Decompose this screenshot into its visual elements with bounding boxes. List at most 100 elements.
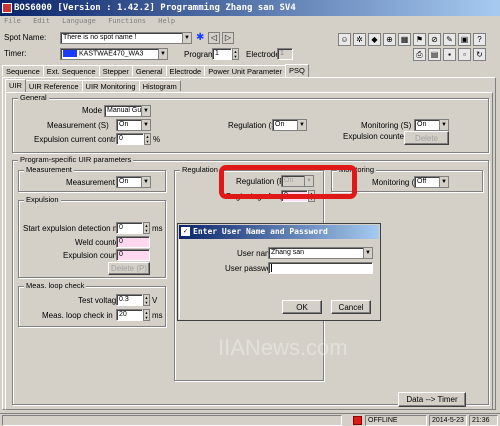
regulation-s-value: On — [275, 121, 285, 128]
regulation-title: Regulation — [180, 165, 220, 174]
book-icon[interactable]: ▤ — [428, 48, 441, 61]
status-main — [2, 415, 342, 426]
chevron-down-icon: ▼ — [439, 177, 448, 187]
diamond-icon[interactable]: ◆ — [368, 33, 381, 46]
expulsion-current-label: Expulsion current control — [34, 135, 123, 144]
ok-button[interactable]: OK — [282, 300, 322, 314]
electrode-input: 1 — [277, 48, 293, 60]
regulation-s-select[interactable]: On ▼ — [272, 119, 307, 131]
user-icon[interactable]: ☺ — [338, 33, 351, 46]
arrow-right-icon[interactable]: ▷ — [222, 32, 234, 44]
loop-check-spinner[interactable]: ▲ ▼ — [143, 309, 150, 321]
spot-name-select[interactable]: There is no spot name ! ▼ — [60, 32, 192, 44]
tool-icon[interactable]: ✎ — [443, 33, 456, 46]
star-icon[interactable]: ✱ — [196, 32, 207, 44]
status-date: 2014-5-23 — [429, 415, 467, 426]
monitoring-s-label: Monitoring (S) — [361, 121, 412, 130]
password-input[interactable] — [268, 262, 373, 274]
refresh-icon[interactable]: ↻ — [473, 48, 486, 61]
arrow-left-icon[interactable]: ◁ — [208, 32, 220, 44]
general-title: General — [18, 93, 49, 102]
settings-icon[interactable]: ✲ — [353, 33, 366, 46]
grid-icon[interactable]: ▦ — [398, 33, 411, 46]
expulsion-counter-p-input: 0 — [116, 249, 150, 261]
start-expulsion-spinner[interactable]: ▲ ▼ — [143, 222, 150, 234]
loop-check-unit: ms — [152, 311, 163, 320]
lock-icon[interactable]: ▣ — [458, 33, 471, 46]
key-icon: ✓ — [181, 227, 190, 236]
chevron-down-icon: ▼ — [141, 120, 150, 130]
measurement-s-value: On — [119, 121, 129, 128]
chevron-down-icon: ▼ — [439, 120, 448, 130]
expulsion-current-unit: % — [153, 135, 161, 144]
menu-edit[interactable]: Edit — [33, 17, 50, 25]
program-spinner[interactable]: ▲ ▼ — [232, 48, 239, 60]
mode-label: Mode — [82, 106, 103, 115]
tab-sequence[interactable]: Sequence — [2, 65, 44, 76]
menu-language[interactable]: Language — [62, 17, 96, 25]
menu-functions[interactable]: Functions — [108, 17, 146, 25]
tab-psq[interactable]: PSQ — [285, 64, 309, 77]
measurement-s-select[interactable]: On ▼ — [116, 119, 151, 131]
username-select[interactable]: Zhang san ▼ — [268, 247, 373, 259]
app-icon — [2, 3, 12, 13]
menu-file[interactable]: File — [4, 17, 21, 25]
save-icon[interactable]: ▪ — [443, 48, 456, 61]
meas-loop-title: Meas. loop check — [24, 281, 87, 290]
chevron-down-icon: ▼ — [141, 177, 150, 187]
tab-uir-monitoring[interactable]: UIR Monitoring — [81, 80, 140, 91]
expulsion-counter-label: Expulsion counter — [343, 132, 407, 141]
tab-power-unit[interactable]: Power Unit Parameter — [204, 65, 287, 76]
target-icon[interactable]: ⊕ — [383, 33, 396, 46]
monitoring-s-select[interactable]: On ▼ — [414, 119, 449, 131]
measurement-p-select[interactable]: On ▼ — [116, 176, 151, 188]
open-icon[interactable]: ▫ — [458, 48, 471, 61]
program-input[interactable]: 1 — [212, 48, 232, 60]
stop-icon[interactable]: ⊘ — [428, 33, 441, 46]
test-voltage-unit: V — [152, 296, 158, 305]
monitoring-p-value: Off — [417, 178, 427, 185]
program-label: Program — [184, 50, 215, 59]
delete-p-button[interactable]: Delete (P) — [108, 262, 150, 275]
loop-check-label: Meas. loop check in — [42, 311, 113, 320]
timer-select[interactable]: KASTWAE470_WA3 ▼ — [60, 48, 168, 60]
login-dialog: ✓ Enter User Name and Password User name… — [178, 224, 380, 320]
measurement-p-value: On — [119, 178, 129, 185]
tab-electrode[interactable]: Electrode — [165, 65, 206, 76]
tab-uir[interactable]: UIR — [5, 79, 26, 92]
expulsion-current-spinner[interactable]: ▲ ▼ — [144, 133, 151, 145]
test-voltage-label: Test voltage — [78, 296, 121, 305]
expulsion-current-input[interactable]: 0 — [116, 133, 144, 145]
tab-general[interactable]: General — [131, 65, 167, 76]
start-expulsion-input[interactable]: 0 — [116, 222, 143, 234]
chevron-down-icon: ▼ — [297, 120, 306, 130]
window-title: BOS6000 [Version : 1.42.2] Programming Z… — [14, 3, 296, 13]
spot-name-value: There is no spot name ! — [63, 34, 137, 41]
spot-name-label: Spot Name: — [4, 33, 47, 42]
measurement-title: Measurement — [24, 165, 74, 174]
tab-ext-sequence[interactable]: Ext. Sequence — [42, 65, 100, 76]
tab-histogram[interactable]: Histogram — [138, 80, 181, 91]
cancel-button[interactable]: Cancel — [331, 300, 371, 314]
chevron-down-icon: ▼ — [182, 33, 191, 43]
loop-check-input[interactable]: 20 — [116, 309, 143, 321]
test-voltage-spinner[interactable]: ▲ ▼ — [143, 294, 150, 306]
status-time: 21:36 — [469, 415, 498, 426]
data-to-timer-button[interactable]: Data --> Timer — [398, 392, 466, 407]
offline-icon — [353, 416, 362, 425]
delete-button[interactable]: Delete — [404, 131, 449, 145]
help-icon[interactable]: ? — [473, 33, 486, 46]
timer-icon — [63, 50, 77, 57]
monitoring-p-select[interactable]: Off ▼ — [414, 176, 449, 188]
flag-icon[interactable]: ⚑ — [413, 33, 426, 46]
tab-stepper[interactable]: Stepper — [98, 65, 133, 76]
menu-help[interactable]: Help — [158, 17, 175, 25]
test-voltage-input[interactable]: 0.3 — [116, 294, 143, 306]
expulsion-title: Expulsion — [24, 195, 61, 204]
tab-uir-reference[interactable]: UIR Reference — [24, 80, 83, 91]
mode-select[interactable]: Manual Gun ▼ — [104, 105, 151, 117]
weld-counter-label: Weld counter — [75, 238, 122, 247]
print-icon[interactable]: ⎙ — [413, 48, 426, 61]
menu-bar: File Edit Language Functions Help — [0, 17, 500, 28]
dialog-title: Enter User Name and Password — [193, 227, 328, 236]
